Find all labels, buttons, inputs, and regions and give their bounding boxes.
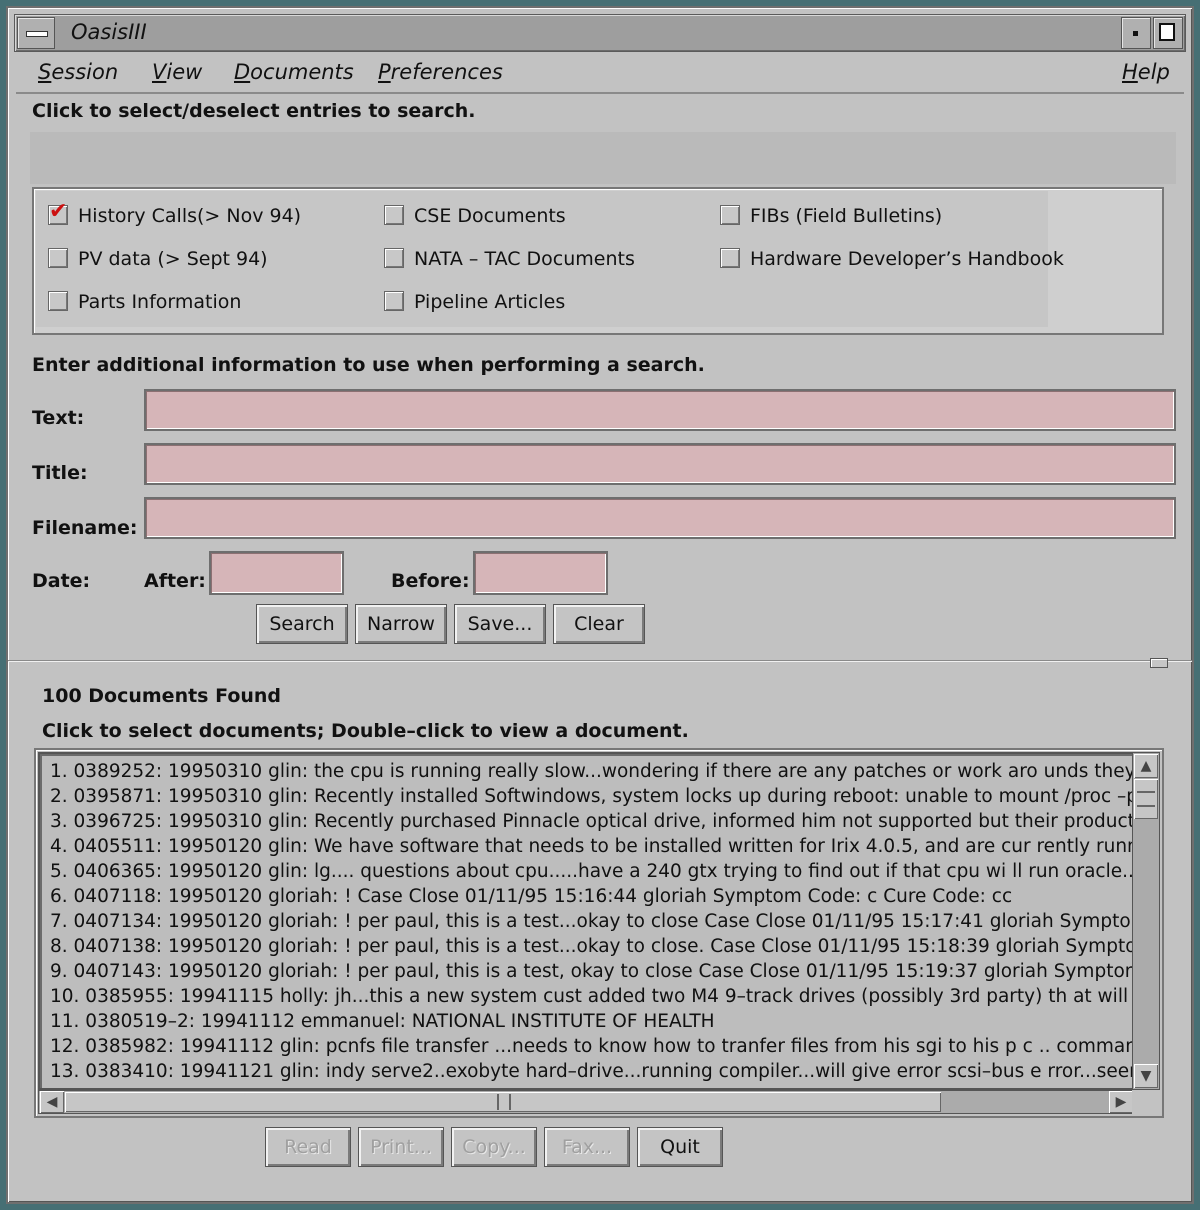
results-count: 100 Documents Found — [42, 685, 282, 707]
title-input[interactable] — [144, 443, 1176, 485]
menu-session[interactable]: Session — [38, 60, 118, 84]
scroll-corner — [1132, 1090, 1160, 1114]
after-label: After: — [144, 570, 206, 592]
menu-documents[interactable]: Documents — [234, 60, 354, 84]
window-menu-button[interactable] — [17, 17, 55, 49]
list-item[interactable]: 6. 0407118: 19950120 gloriah: ! Case Clo… — [50, 886, 1012, 911]
list-item[interactable]: 5. 0406365: 19950120 glin: lg.... questi… — [50, 861, 1132, 886]
text-input[interactable] — [144, 389, 1176, 431]
checkbox-icon[interactable] — [720, 248, 740, 268]
source-label: NATA – TAC Documents — [414, 248, 635, 270]
scroll-down-arrow-icon[interactable]: ▼ — [1134, 1064, 1158, 1088]
before-date-input[interactable] — [473, 551, 608, 595]
source-history-calls[interactable]: History Calls(> Nov 94) — [48, 199, 302, 227]
list-item[interactable]: 12. 0385982: 19941112 glin: pcnfs file t… — [50, 1036, 1132, 1061]
title-bar[interactable]: OasisIII — [14, 14, 1186, 52]
checkbox-icon[interactable] — [720, 205, 740, 225]
menu-bar: Session View Documents Preferences Help — [16, 52, 1184, 94]
list-item[interactable]: 2. 0395871: 19950310 glin: Recently inst… — [50, 786, 1132, 811]
scroll-left-arrow-icon[interactable]: ◀ — [40, 1091, 64, 1113]
text-label: Text: — [32, 407, 85, 429]
narrow-button[interactable]: Narrow — [355, 604, 447, 644]
checkbox-checked-icon[interactable] — [48, 199, 68, 225]
fax-button[interactable]: Fax... — [544, 1127, 630, 1167]
filename-input[interactable] — [144, 497, 1176, 539]
menu-view[interactable]: View — [152, 60, 202, 84]
source-pipeline-articles[interactable]: Pipeline Articles — [384, 291, 565, 313]
list-item[interactable]: 8. 0407138: 19950120 gloriah: ! per paul… — [50, 936, 1132, 961]
source-label: History Calls(> Nov 94) — [78, 205, 302, 227]
pane-sash-handle[interactable] — [1150, 658, 1168, 668]
list-item[interactable]: 9. 0407143: 19950120 gloriah: ! per paul… — [50, 961, 1132, 986]
source-hardware-handbook[interactable]: Hardware Developer’s Handbook — [720, 248, 1064, 270]
list-item[interactable]: 7. 0407134: 19950120 gloriah: ! per paul… — [50, 911, 1132, 936]
maximize-button[interactable] — [1153, 17, 1183, 49]
list-item[interactable]: 4. 0405511: 19950120 glin: We have softw… — [50, 836, 1132, 861]
copy-button[interactable]: Copy... — [451, 1127, 537, 1167]
before-label: Before: — [391, 570, 470, 592]
quit-button[interactable]: Quit — [637, 1127, 723, 1167]
source-cse-documents[interactable]: CSE Documents — [384, 205, 566, 227]
source-pv-data[interactable]: PV data (> Sept 94) — [48, 248, 268, 270]
source-nata-tac[interactable]: NATA – TAC Documents — [384, 248, 635, 270]
checkbox-icon[interactable] — [48, 291, 68, 311]
source-label: Hardware Developer’s Handbook — [750, 248, 1064, 270]
sources-instructions: Click to select/deselect entries to sear… — [32, 100, 476, 122]
list-item[interactable]: 11. 0380519–2: 19941112 emmanuel: NATION… — [50, 1011, 715, 1036]
minimize-button[interactable] — [1121, 17, 1151, 49]
pane-separator — [8, 660, 1192, 662]
filename-label: Filename: — [32, 517, 138, 539]
save-button[interactable]: Save... — [454, 604, 546, 644]
read-button[interactable]: Read — [265, 1127, 351, 1167]
results-panel: 1. 0389252: 19950310 glin: the cpu is ru… — [34, 748, 1164, 1118]
list-item[interactable]: 3. 0396725: 19950310 glin: Recently purc… — [50, 811, 1132, 836]
source-label: Pipeline Articles — [414, 291, 566, 313]
list-item[interactable]: 1. 0389252: 19950310 glin: the cpu is ru… — [50, 761, 1132, 786]
clear-button[interactable]: Clear — [553, 604, 645, 644]
results-instructions: Click to select documents; Double–click … — [42, 720, 689, 742]
source-parts-information[interactable]: Parts Information — [48, 291, 241, 313]
search-button[interactable]: Search — [256, 604, 348, 644]
vertical-scrollbar[interactable]: ▲ ▼ — [1132, 752, 1160, 1090]
source-label: CSE Documents — [414, 205, 566, 227]
sources-header-band — [30, 132, 1176, 184]
sources-panel: History Calls(> Nov 94) CSE Documents FI… — [32, 187, 1164, 335]
source-label: Parts Information — [78, 291, 242, 313]
menu-help[interactable]: Help — [1122, 60, 1170, 84]
print-button[interactable]: Print... — [358, 1127, 444, 1167]
source-fibs[interactable]: FIBs (Field Bulletins) — [720, 205, 942, 227]
horizontal-scrollbar[interactable]: ◀ ▶ — [38, 1090, 1134, 1114]
source-label: FIBs (Field Bulletins) — [750, 205, 943, 227]
checkbox-icon[interactable] — [384, 248, 404, 268]
title-label: Title: — [32, 462, 88, 484]
results-list[interactable]: 1. 0389252: 19950310 glin: the cpu is ru… — [38, 752, 1134, 1090]
scroll-right-arrow-icon[interactable]: ▶ — [1109, 1091, 1133, 1113]
window-title: OasisIII — [71, 20, 147, 44]
menu-preferences[interactable]: Preferences — [378, 60, 503, 84]
checkbox-icon[interactable] — [384, 291, 404, 311]
source-label: PV data (> Sept 94) — [78, 248, 268, 270]
search-instructions: Enter additional information to use when… — [32, 354, 705, 376]
checkbox-icon[interactable] — [384, 205, 404, 225]
checkbox-icon[interactable] — [48, 248, 68, 268]
list-item[interactable]: 10. 0385955: 19941115 holly: jh...this a… — [50, 986, 1132, 1011]
date-label: Date: — [32, 570, 91, 592]
vertical-scroll-thumb[interactable] — [1134, 779, 1158, 819]
after-date-input[interactable] — [209, 551, 344, 595]
sources-grid: History Calls(> Nov 94) CSE Documents FI… — [36, 191, 1064, 327]
scroll-up-arrow-icon[interactable]: ▲ — [1134, 754, 1158, 778]
list-item[interactable]: 13. 0383410: 19941121 glin: indy serve2.… — [50, 1061, 1132, 1086]
horizontal-scroll-thumb[interactable] — [65, 1092, 941, 1112]
